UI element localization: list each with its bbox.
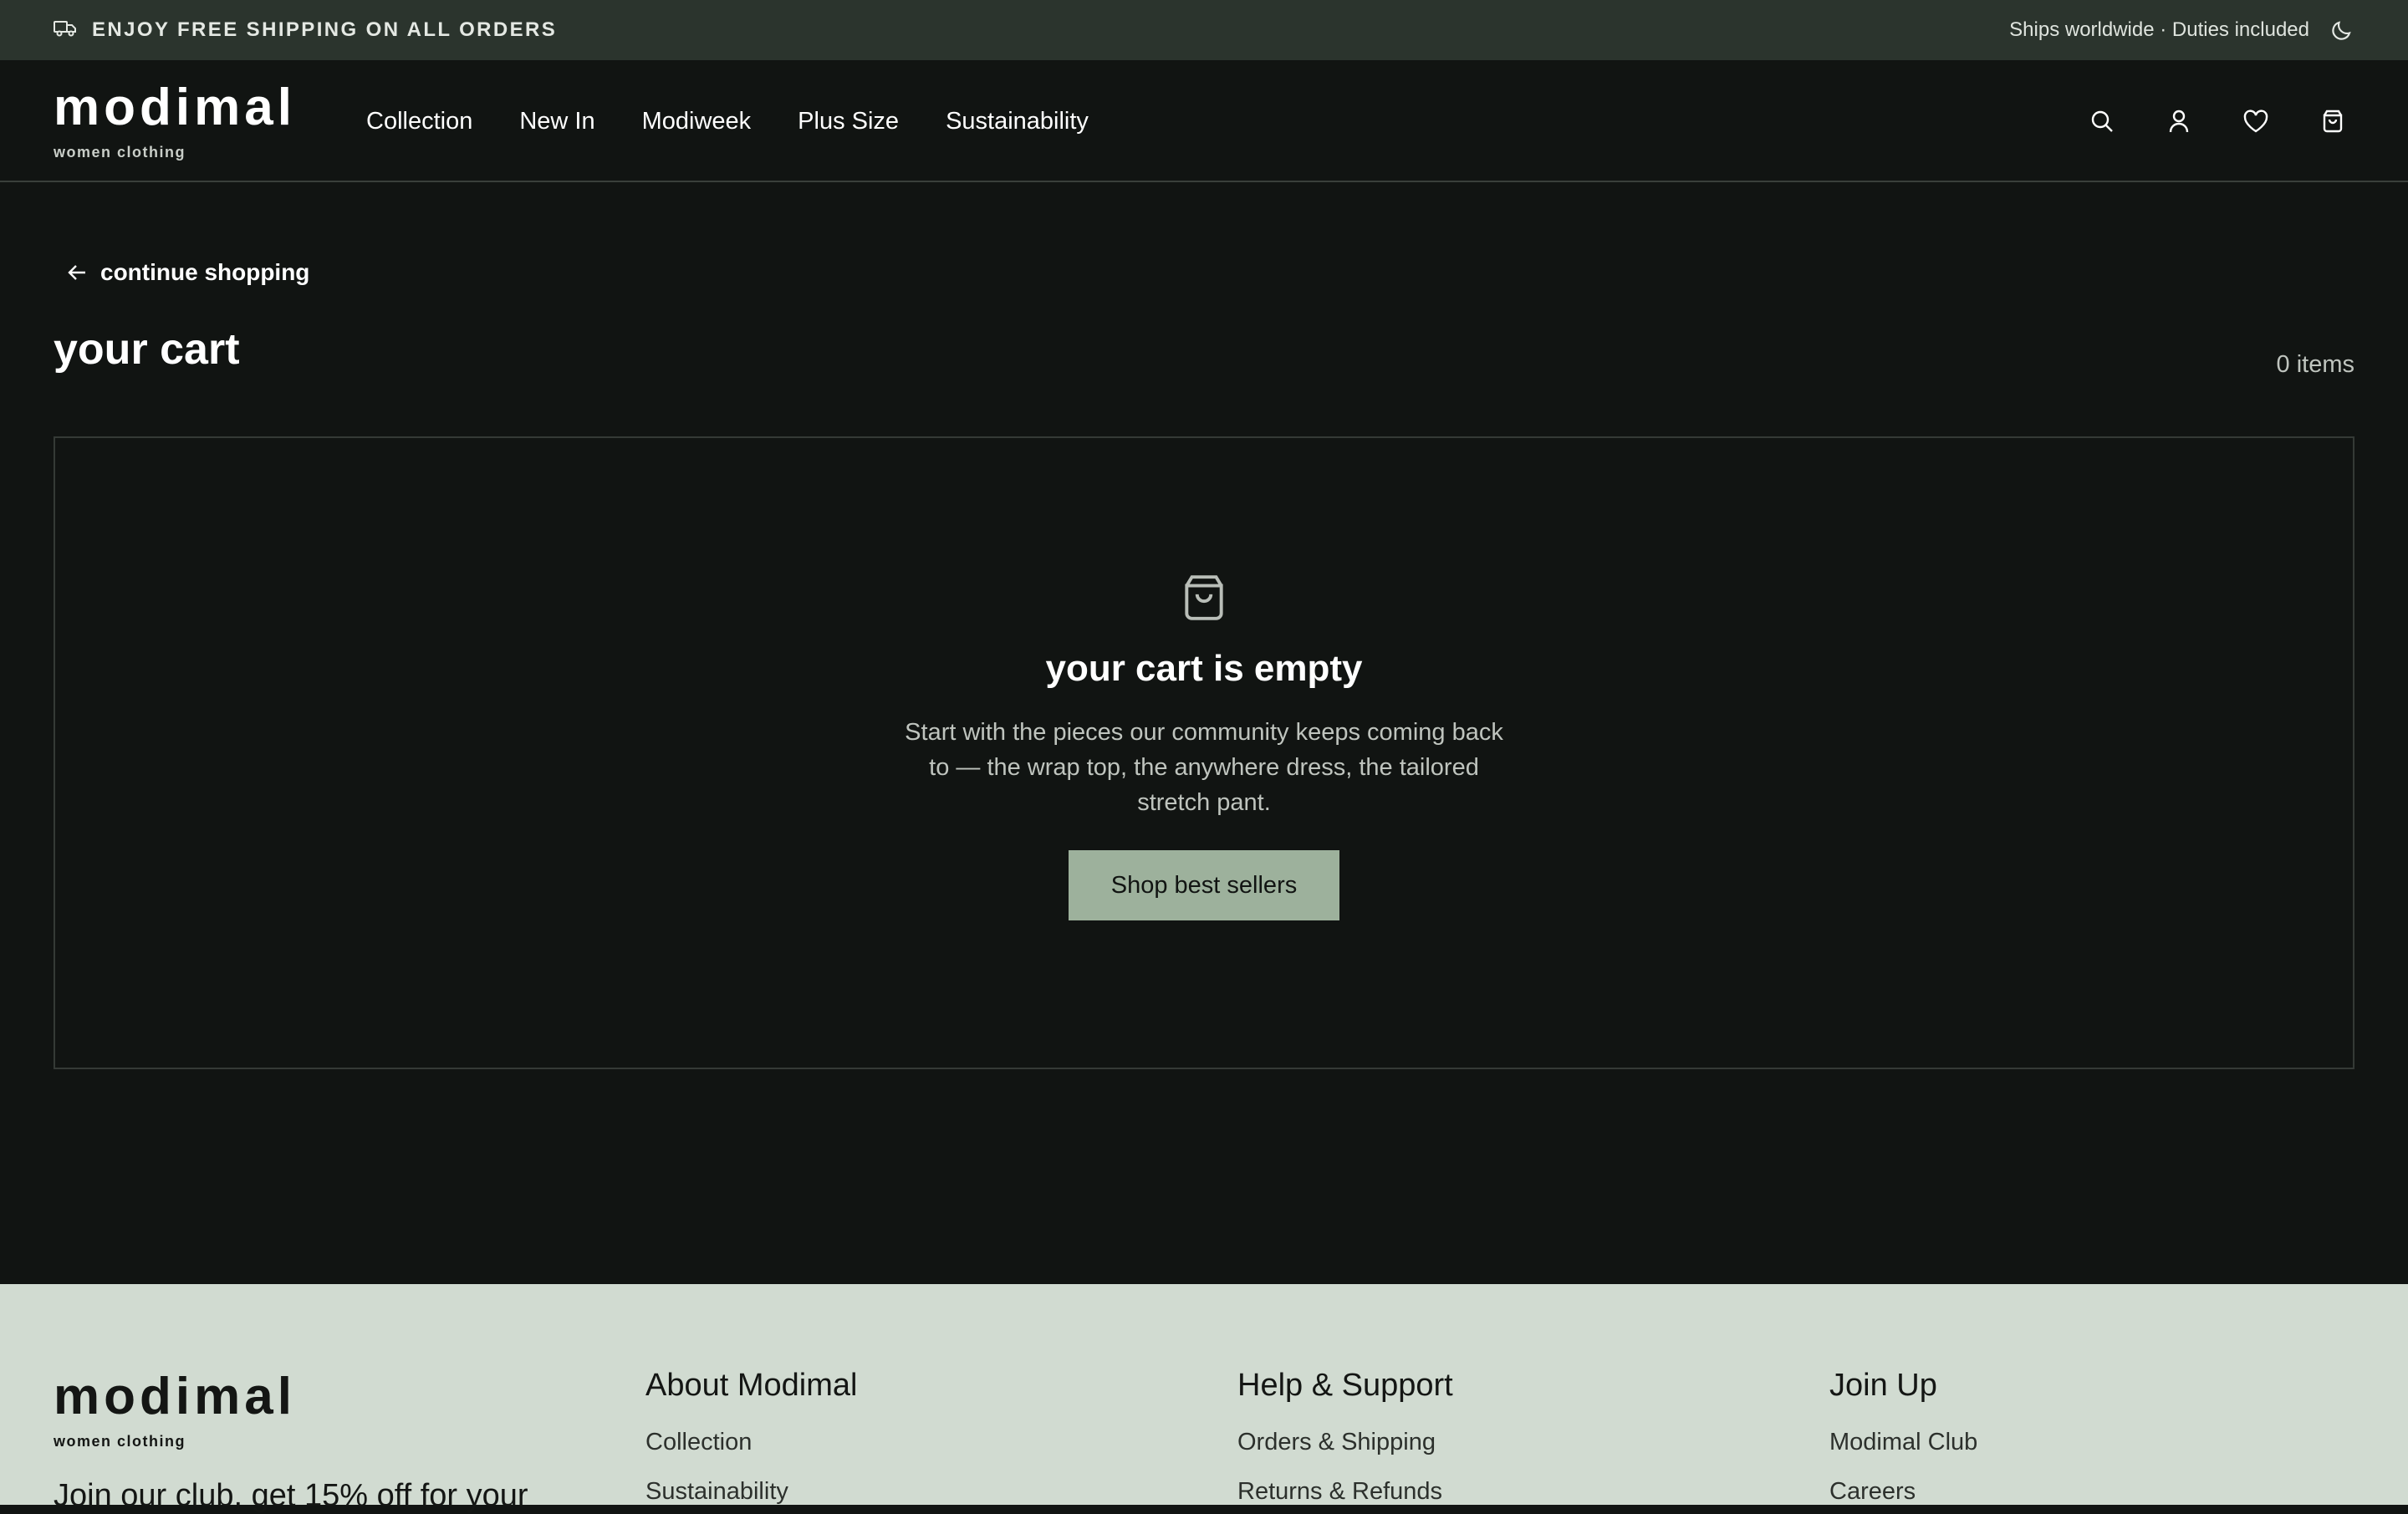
- arrow-left-icon: [67, 262, 89, 283]
- footer-link-returns-refunds[interactable]: Returns & Refunds: [1237, 1478, 1453, 1506]
- moon-icon[interactable]: [2329, 18, 2354, 43]
- promo-area: ENJOY FREE SHIPPING ON ALL ORDERS: [54, 18, 557, 42]
- site-header: modimal women clothing Collection New In…: [0, 60, 2408, 182]
- header-actions: [2089, 60, 2346, 182]
- footer-logo-wordmark: modimal: [54, 1368, 296, 1425]
- footer-logo[interactable]: modimal women clothing: [54, 1371, 296, 1450]
- empty-cart-description: Start with the pieces our community keep…: [905, 719, 1503, 816]
- topbar-right: Ships worldwide · Duties included: [2009, 18, 2354, 43]
- shipping-note: Ships worldwide · Duties included: [2009, 18, 2309, 41]
- footer-link-orders-shipping[interactable]: Orders & Shipping: [1237, 1429, 1453, 1456]
- cart-item-count: 0 items: [2276, 351, 2354, 378]
- search-icon[interactable]: [2089, 108, 2115, 135]
- footer-column-help: Help & Support Orders & Shipping Returns…: [1237, 1368, 1453, 1506]
- footer-link-sustainability[interactable]: Sustainability: [645, 1478, 857, 1506]
- empty-cart-title: your cart is empty: [1045, 648, 1363, 689]
- footer-column-title: About Modimal: [645, 1368, 858, 1403]
- continue-shopping-label: continue shopping: [100, 259, 310, 285]
- user-icon[interactable]: [2166, 108, 2192, 135]
- footer-column-about: About Modimal Collection Sustainability: [645, 1368, 857, 1506]
- site-footer: modimal women clothing Join our club, ge…: [0, 1284, 2408, 1513]
- announcement-bar: ENJOY FREE SHIPPING ON ALL ORDERS Ships …: [0, 0, 2408, 60]
- footer-column-title: Help & Support: [1237, 1368, 1453, 1403]
- footer-link-collection[interactable]: Collection: [645, 1429, 857, 1456]
- nav-item-modiweek[interactable]: Modiweek: [642, 108, 752, 135]
- shopping-bag-icon: [1178, 572, 1230, 628]
- nav-item-plus-size[interactable]: Plus Size: [798, 108, 899, 135]
- promo-text: ENJOY FREE SHIPPING ON ALL ORDERS: [92, 18, 558, 41]
- logo-wordmark: modimal: [54, 79, 296, 136]
- nav-item-sustainability[interactable]: Sustainability: [946, 108, 1089, 135]
- footer-column-join: Join Up Modimal Club Careers: [1829, 1368, 1977, 1506]
- shopping-bag-icon[interactable]: [2319, 108, 2346, 135]
- logo[interactable]: modimal women clothing: [54, 82, 296, 161]
- nav-item-collection[interactable]: Collection: [366, 108, 472, 135]
- truck-icon: [54, 19, 77, 42]
- footer-logo-subtitle: women clothing: [54, 1433, 186, 1450]
- shop-best-sellers-button[interactable]: Shop best sellers: [1069, 850, 1339, 920]
- footer-column-title: Join Up: [1829, 1368, 1937, 1403]
- empty-cart-panel: your cart is empty Start with the pieces…: [54, 436, 2354, 1069]
- page-title: your cart: [54, 325, 240, 374]
- logo-subtitle: women clothing: [54, 144, 186, 161]
- nav-item-new-in[interactable]: New In: [519, 108, 594, 135]
- main-nav: Collection New In Modiweek Plus Size Sus…: [366, 60, 1089, 182]
- footer-link-careers[interactable]: Careers: [1829, 1478, 1977, 1506]
- continue-shopping-link[interactable]: continue shopping: [67, 259, 309, 286]
- footer-link-modimal-club[interactable]: Modimal Club: [1829, 1429, 1977, 1456]
- footer-tagline: Join our club, get 15% off for your: [54, 1478, 528, 1513]
- heart-icon[interactable]: [2242, 108, 2269, 135]
